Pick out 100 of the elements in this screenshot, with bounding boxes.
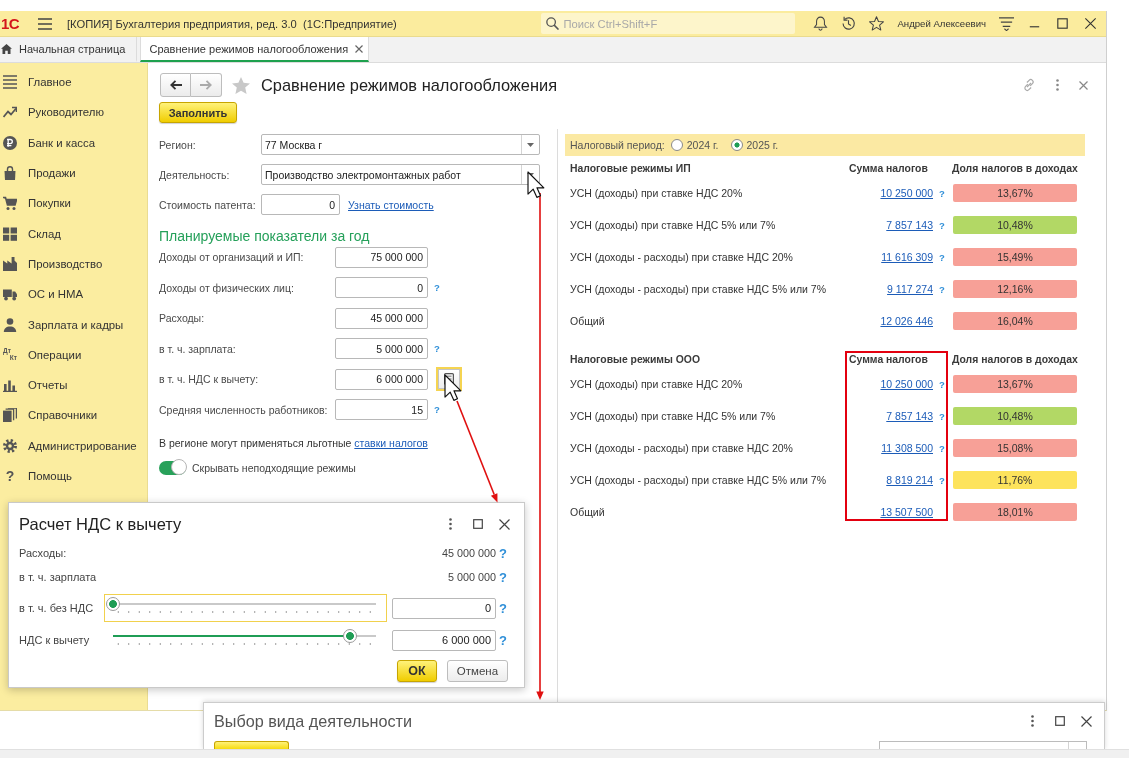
input-field[interactable]: 0	[261, 194, 340, 215]
share-badge: 18,01%	[953, 503, 1077, 521]
help-link[interactable]: ?	[939, 410, 945, 422]
radio-button[interactable]	[730, 139, 743, 151]
sidebar-item[interactable]: Продажи	[0, 157, 147, 189]
help-link[interactable]: ?	[499, 632, 507, 648]
tax-amount-link[interactable]: 10 250 000	[880, 187, 933, 199]
regime-name: УСН (доходы - расходы) при ставке НДС 5% или 7%	[570, 474, 826, 486]
bell-icon[interactable]	[813, 16, 829, 31]
close-icon[interactable]	[1083, 16, 1098, 31]
field-label: Деятельность:	[159, 168, 230, 181]
tax-amount-link[interactable]: 7 857 143	[886, 219, 933, 231]
tax-amount-link[interactable]: 10 250 000	[880, 378, 933, 390]
sidebar-item[interactable]: Зарплата и кадры	[0, 309, 147, 340]
more-icon[interactable]	[1031, 715, 1034, 727]
tab[interactable]: Начальная страница	[0, 37, 138, 62]
sidebar-item[interactable]: Руководителю	[0, 97, 147, 128]
arrow-right-icon	[200, 80, 212, 90]
sidebar-item[interactable]: Администрирование	[0, 430, 147, 461]
sidebar-item[interactable]: Производство	[0, 248, 147, 280]
sidebar-item[interactable]: Склад	[0, 218, 147, 249]
help-link[interactable]: ?	[939, 283, 945, 295]
slider-thumb[interactable]	[342, 629, 357, 643]
sidebar-item[interactable]: ? Помощь	[0, 460, 147, 492]
input-field[interactable]: 5 000 000	[335, 338, 428, 359]
regime-name: УСН (доходы) при ставке НДС 20%	[570, 378, 743, 390]
home-icon	[1, 43, 12, 54]
close-icon[interactable]	[1081, 715, 1092, 727]
radio-label[interactable]: 2024 г.	[686, 139, 719, 151]
radio-label[interactable]: 2025 г.	[746, 139, 779, 151]
select-field[interactable]: 77 Москва г	[261, 134, 540, 155]
sidebar-item[interactable]: Отчеты	[0, 369, 147, 401]
form-title: Сравнение режимов налогообложения	[261, 75, 558, 95]
sidebar-item[interactable]: Банк и касса	[0, 127, 147, 158]
section-title: Налоговые режимы ООО	[570, 353, 700, 365]
input-field[interactable]: 15	[335, 399, 428, 420]
sidebar-item[interactable]: ОС и НМА	[0, 279, 147, 310]
user-name[interactable]: Андрей Алексеевич	[897, 18, 986, 29]
field-label: НДС к вычету	[19, 634, 91, 646]
input-field[interactable]: 6 000 000	[335, 368, 428, 390]
input-field[interactable]: 0	[392, 597, 496, 619]
field-value: 45 000 000	[441, 547, 496, 559]
history-icon[interactable]	[841, 16, 857, 31]
regime-name: УСН (доходы - расходы) при ставке НДС 20%	[570, 251, 793, 263]
fill-button[interactable]: Заполнить	[159, 102, 237, 123]
more-icon[interactable]	[1056, 79, 1059, 91]
tax-amount-link[interactable]: 11 616 309	[881, 251, 933, 263]
cancel-button[interactable]: Отмена	[447, 660, 508, 682]
maximize-icon[interactable]	[1055, 716, 1065, 726]
help-link[interactable]: ?	[939, 187, 945, 199]
help-link[interactable]: ?	[434, 404, 440, 415]
arrow-left-icon	[169, 80, 182, 90]
close-icon[interactable]	[499, 518, 510, 530]
tax-amount-link[interactable]: 8 819 214	[886, 474, 933, 486]
options-icon[interactable]	[999, 16, 1014, 31]
help-link[interactable]: ?	[499, 569, 507, 585]
tax-amount-link[interactable]: 12 026 446	[880, 315, 933, 327]
tab[interactable]: Сравнение режимов налогообложения	[140, 37, 370, 62]
sidebar-item[interactable]: Справочники	[0, 400, 147, 431]
slider-track[interactable]	[113, 629, 376, 647]
field-label: Средняя численность работников:	[159, 403, 328, 416]
menu-icon[interactable]	[38, 17, 52, 30]
help-link[interactable]: ?	[939, 219, 945, 231]
more-icon[interactable]	[449, 518, 452, 530]
share-badge: 11,76%	[953, 471, 1077, 489]
help-link[interactable]: ?	[499, 545, 507, 561]
help-link[interactable]: ?	[434, 343, 440, 354]
input-field[interactable]: 0	[335, 277, 428, 298]
input-field[interactable]: 6 000 000	[392, 629, 496, 651]
input-field[interactable]: 45 000 000	[335, 307, 428, 329]
close-icon[interactable]	[355, 44, 364, 53]
sidebar-item[interactable]: Главное	[0, 67, 147, 98]
link[interactable]: Узнать стоимость	[348, 198, 434, 211]
tax-amount-link[interactable]: 13 507 500	[880, 506, 933, 518]
help-link[interactable]: ?	[939, 378, 945, 390]
help-link[interactable]: ?	[434, 282, 440, 293]
sidebar-item[interactable]: Покупки	[0, 188, 147, 219]
select-field[interactable]: Производство электромонтажных работ	[261, 164, 540, 185]
help-link[interactable]: ?	[939, 442, 945, 454]
trend-icon	[3, 105, 17, 120]
help-link[interactable]: ?	[939, 251, 945, 263]
help-link[interactable]: ?	[939, 474, 945, 486]
regime-name: УСН (доходы) при ставке НДС 5% или 7%	[570, 219, 776, 231]
tax-rates-link[interactable]: ставки налогов	[354, 437, 428, 449]
back-button[interactable]	[160, 73, 191, 97]
caret-icon	[527, 142, 534, 147]
maximize-icon[interactable]	[473, 519, 483, 529]
ok-button[interactable]: ОК	[397, 660, 437, 682]
maximize-icon[interactable]	[1055, 16, 1070, 31]
input-field[interactable]: 75 000 000	[335, 246, 428, 268]
share-badge: 16,04%	[953, 312, 1077, 330]
toggle-switch[interactable]	[159, 461, 186, 475]
slider-thumb[interactable]	[106, 597, 120, 611]
tax-amount-link[interactable]: 9 117 274	[887, 283, 933, 295]
tax-amount-link[interactable]: 11 308 500	[881, 442, 933, 454]
star-icon[interactable]	[232, 76, 250, 94]
help-link[interactable]: ?	[499, 600, 507, 616]
star-icon[interactable]	[869, 16, 885, 31]
radio-button[interactable]	[670, 139, 683, 151]
tax-amount-link[interactable]: 7 857 143	[886, 410, 933, 422]
